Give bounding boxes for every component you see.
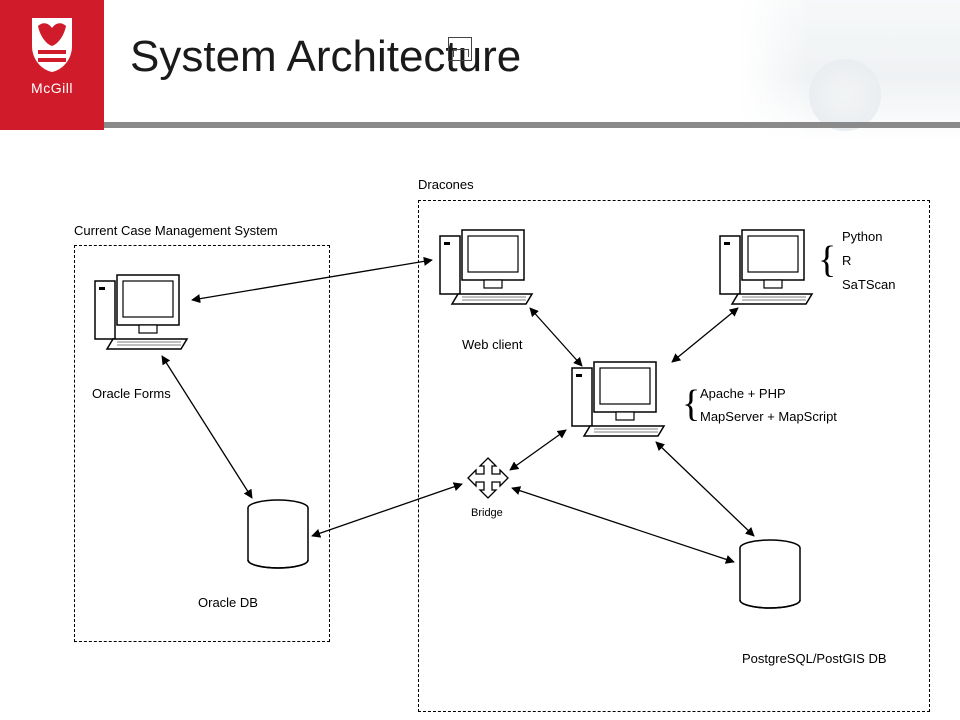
group-right-label: Dracones	[418, 176, 474, 194]
header-rule	[104, 122, 960, 128]
group-left-label: Current Case Management System	[74, 222, 278, 240]
group-current-case-management	[74, 245, 330, 642]
label-mid-server-2: MapServer + MapScript	[700, 408, 837, 426]
label-postgis: PostgreSQL/PostGIS DB	[742, 650, 887, 668]
label-bridge: Bridge	[471, 506, 503, 521]
slide: McGill System Architecture Current Case …	[0, 0, 960, 720]
architecture-diagram: Current Case Management System Dracones …	[0, 140, 960, 720]
label-analytics-3: SaTScan	[842, 276, 895, 294]
slide-header: McGill System Architecture	[0, 0, 960, 130]
logo-text: McGill	[0, 80, 104, 96]
label-mid-server-1: Apache + PHP	[700, 385, 786, 403]
label-oracle-forms: Oracle Forms	[92, 385, 171, 403]
label-oracle-db: Oracle DB	[198, 594, 258, 612]
label-web-client: Web client	[462, 336, 522, 354]
shield-icon	[28, 16, 76, 74]
header-bg-image	[740, 0, 960, 140]
title-decoration-icon	[448, 37, 472, 61]
mcgill-logo: McGill	[0, 0, 104, 130]
label-analytics-1: Python	[842, 228, 882, 246]
label-analytics-2: R	[842, 252, 851, 270]
